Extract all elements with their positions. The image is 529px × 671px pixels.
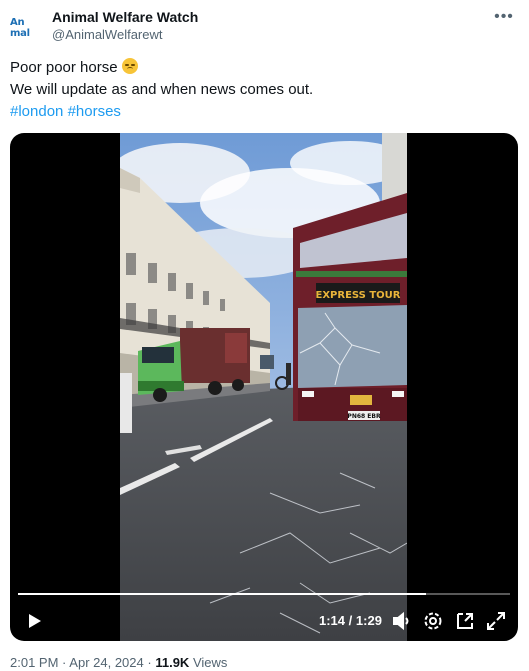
tweet-text-line2: We will update as and when news comes ou… bbox=[10, 81, 314, 98]
views-count: 11.9K bbox=[155, 655, 190, 670]
tweet-text-line1: Poor poor horse bbox=[10, 59, 118, 76]
fullscreen-icon[interactable] bbox=[484, 609, 508, 633]
ellipsis-icon[interactable]: ••• bbox=[493, 8, 515, 28]
bus-plate: PN68 EBR bbox=[347, 413, 381, 420]
author-handle[interactable]: @AnimalWelfarewt bbox=[52, 26, 198, 44]
tweet-date[interactable]: Apr 24, 2024 bbox=[69, 655, 143, 670]
duration: 1:29 bbox=[355, 613, 382, 628]
author-names: Animal Welfare Watch @AnimalWelfarewt bbox=[52, 9, 198, 44]
tweet-text: Poor poor horse We will update as and wh… bbox=[10, 57, 313, 123]
time-separator: / bbox=[348, 613, 353, 628]
volume-icon[interactable] bbox=[390, 609, 414, 633]
tweet-header: An mal Animal Welfare Watch @AnimalWelfa… bbox=[10, 8, 519, 48]
meta-dot: · bbox=[62, 655, 67, 670]
picture-in-picture-icon[interactable] bbox=[453, 609, 477, 633]
views-label: Views bbox=[192, 655, 228, 670]
video-player[interactable]: EXPRESS TOUR PN68 EBR 1:14 / 1:29 bbox=[10, 133, 518, 641]
tweet-meta: 2:01 PM · Apr 24, 2024 · 11.9K Views bbox=[10, 655, 227, 670]
tweet-time[interactable]: 2:01 PM bbox=[10, 655, 58, 670]
bus-destination-sign: EXPRESS TOUR bbox=[316, 290, 401, 301]
meta-dot: · bbox=[147, 655, 152, 670]
settings-icon[interactable] bbox=[421, 609, 445, 633]
video-frame: EXPRESS TOUR PN68 EBR bbox=[120, 133, 407, 641]
video-progress-bar[interactable] bbox=[18, 593, 510, 595]
avatar-logo-text: An mal bbox=[10, 17, 30, 39]
hashtag-horses[interactable]: #horses bbox=[68, 103, 121, 120]
video-controls: 1:14 / 1:29 bbox=[10, 609, 518, 633]
video-progress-fill bbox=[18, 593, 427, 595]
disappointed-face-emoji bbox=[121, 58, 138, 74]
play-icon[interactable] bbox=[22, 609, 46, 633]
current-time: 1:14 bbox=[319, 613, 346, 628]
video-time: 1:14 / 1:29 bbox=[319, 609, 382, 633]
hashtag-london[interactable]: #london bbox=[10, 103, 63, 120]
author-display-name[interactable]: Animal Welfare Watch bbox=[52, 9, 198, 26]
avatar[interactable]: An mal bbox=[10, 10, 46, 46]
